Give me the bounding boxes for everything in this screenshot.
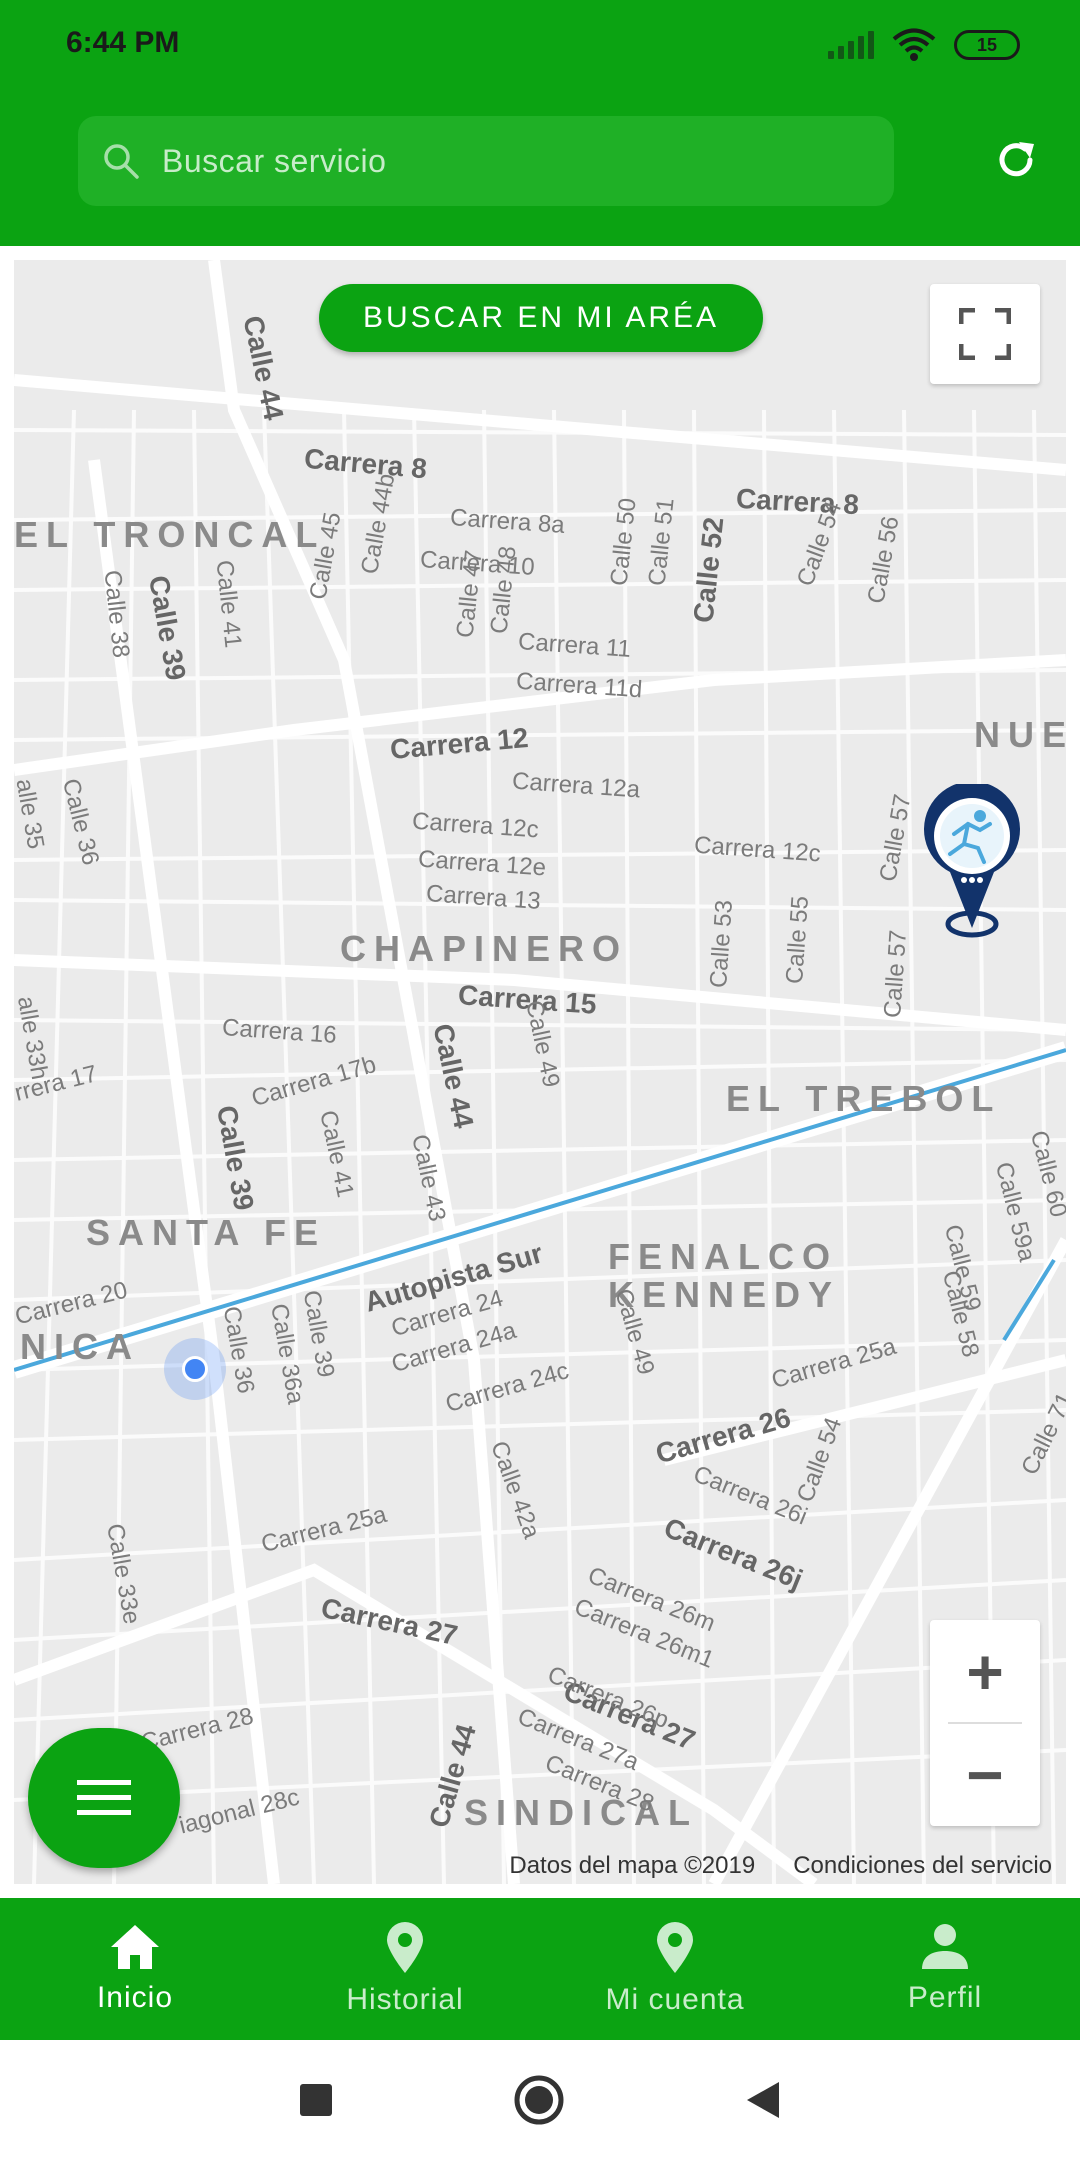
location-pin-icon — [657, 1922, 693, 1973]
status-time: 6:44 PM — [66, 26, 180, 59]
app-screen: 6:44 PM 15 Buscar servicio EL TRONCAL CH… — [0, 0, 1080, 2160]
refresh-icon — [999, 142, 1034, 177]
nav-label-mi-cuenta: Mi cuenta — [605, 1983, 745, 2016]
refresh-button[interactable] — [992, 136, 1040, 184]
user-location-dot — [164, 1338, 226, 1400]
menu-fab-button[interactable] — [28, 1728, 180, 1868]
map-label-fenalco: FENALCO — [608, 1236, 838, 1277]
recents-icon[interactable] — [299, 2083, 333, 2117]
map-attribution: Datos del mapa ©2019 Condiciones del ser… — [509, 1852, 1052, 1880]
nav-perfil[interactable]: Perfil — [810, 1898, 1080, 2040]
location-pin-icon — [387, 1922, 423, 1973]
zoom-controls: + − — [930, 1620, 1040, 1826]
search-icon — [104, 144, 139, 179]
wifi-icon — [892, 28, 936, 61]
person-icon — [922, 1924, 968, 1969]
search-placeholder: Buscar servicio — [162, 142, 387, 179]
map-view[interactable]: EL TRONCAL CHAPINERO EL TREBOL SANTA FE … — [14, 260, 1066, 1884]
map-label-trebol: EL TREBOL — [726, 1078, 1002, 1119]
nav-label-inicio: Inicio — [96, 1981, 174, 2014]
service-marker-icon[interactable] — [920, 784, 1024, 938]
home-circle-icon[interactable] — [513, 2074, 565, 2126]
battery-icon: 15 — [954, 30, 1020, 60]
nav-label-perfil: Perfil — [907, 1981, 983, 2014]
map-data-attribution: Datos del mapa ©2019 — [509, 1852, 756, 1879]
map-label-kennedy: KENNEDY — [608, 1274, 841, 1315]
map-label-troncal: EL TRONCAL — [14, 514, 326, 555]
map-label-nue: NUE — [974, 714, 1066, 755]
nav-label-historial: Historial — [346, 1983, 464, 2016]
map-label-nica: NICA — [20, 1326, 140, 1367]
fullscreen-button[interactable] — [930, 284, 1040, 384]
status-icons: 15 — [828, 28, 1020, 62]
map-label-santafe: SANTA FE — [86, 1212, 326, 1253]
nav-mi-cuenta[interactable]: Mi cuenta — [540, 1898, 810, 2040]
search-area-button[interactable]: BUSCAR EN MI ARÉA — [319, 284, 763, 352]
nav-historial[interactable]: Historial — [270, 1898, 540, 2040]
header: 6:44 PM 15 Buscar servicio — [0, 0, 1080, 246]
zoom-in-button[interactable]: + — [930, 1620, 1040, 1723]
home-icon — [111, 1925, 159, 1969]
zoom-out-button[interactable]: − — [930, 1723, 1040, 1826]
nav-inicio[interactable]: Inicio — [0, 1898, 270, 2040]
bottom-navigation: Inicio Historial Mi cuenta Perfil — [0, 1898, 1080, 2040]
fullscreen-icon — [959, 308, 1011, 360]
system-navigation-bar — [0, 2040, 1080, 2160]
map-label-chapinero: CHAPINERO — [340, 928, 629, 969]
back-icon[interactable] — [745, 2080, 781, 2120]
menu-icon — [77, 1780, 131, 1815]
signal-icon — [828, 31, 874, 59]
map-frame: EL TRONCAL CHAPINERO EL TREBOL SANTA FE … — [0, 246, 1080, 1898]
terms-link[interactable]: Condiciones del servicio — [793, 1852, 1052, 1880]
map-label-sindical: SINDICAL — [464, 1792, 698, 1833]
search-input[interactable]: Buscar servicio — [78, 116, 894, 206]
